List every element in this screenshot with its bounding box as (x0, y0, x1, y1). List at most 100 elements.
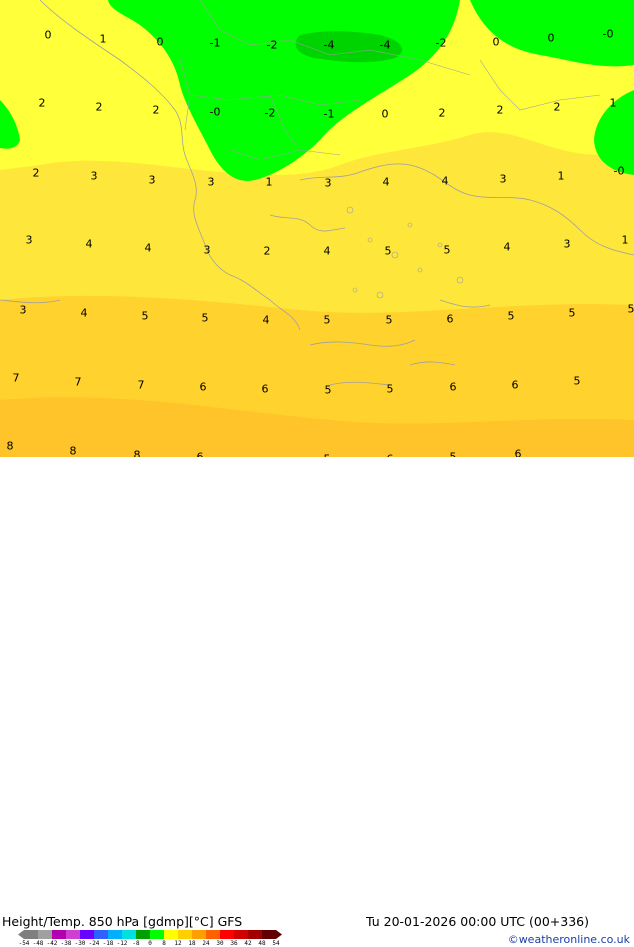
contour-label: 5 (387, 384, 394, 395)
contour-label: 2 (264, 246, 271, 257)
colorbar-segment (66, 930, 80, 939)
contour-label: 8 (134, 450, 141, 458)
colorbar-tick-label: -24 (89, 941, 100, 947)
contour-label: 3 (564, 239, 571, 250)
contour-label: 0 (493, 37, 500, 48)
contour-label: 6 (262, 384, 269, 395)
contour-label: -2 (265, 108, 276, 119)
colorbar-tick-label: 12 (174, 941, 181, 947)
contour-label: 5 (628, 304, 634, 315)
colorbar-segment (136, 930, 150, 939)
colorbar-segment (24, 930, 38, 939)
contour-label: 3 (500, 174, 507, 185)
colorbar-tick-label: -54 (19, 941, 30, 947)
colorbar-segment (234, 930, 248, 939)
credit-link[interactable]: ©weatheronline.co.uk (508, 934, 630, 945)
contour-label: 6 (450, 382, 457, 393)
contour-label: 3 (204, 245, 211, 256)
map-base (0, 0, 634, 457)
contour-label: 6 (200, 382, 207, 393)
contour-label: 4 (442, 176, 449, 187)
contour-label: 5 (202, 313, 209, 324)
contour-label: 5 (574, 376, 581, 387)
contour-label: 0 (548, 33, 555, 44)
contour-label: -2 (267, 40, 278, 51)
contour-label: 5 (385, 246, 392, 257)
colorbar-tick-label: 18 (188, 941, 195, 947)
colorbar-tick-label: 48 (258, 941, 265, 947)
contour-label: 5 (386, 315, 393, 326)
contour-label: 5 (444, 245, 451, 256)
contour-label: 8 (7, 441, 14, 452)
colorbar (18, 929, 293, 940)
forecast-datetime: Tu 20-01-2026 00:00 UTC (00+336) (366, 916, 589, 929)
contour-label: 2 (39, 98, 46, 109)
colorbar-tick-label: -8 (132, 941, 139, 947)
contour-label: 5 (508, 311, 515, 322)
contour-label: -0 (614, 166, 625, 177)
contour-label: 2 (497, 105, 504, 116)
contour-label: 3 (20, 305, 27, 316)
colorbar-tick-label: -30 (75, 941, 86, 947)
map-title: Height/Temp. 850 hPa [gdmp][°C] GFS (2, 916, 242, 929)
contour-label: 1 (622, 235, 629, 246)
contour-label: 7 (13, 373, 20, 384)
contour-label: -1 (210, 38, 221, 49)
contour-label: -1 (324, 109, 335, 120)
contour-label: 8 (70, 446, 77, 457)
contour-label: 3 (208, 177, 215, 188)
contour-label: 3 (26, 235, 33, 246)
colorbar-tick-label: 0 (148, 941, 152, 947)
contour-label: 1 (100, 34, 107, 45)
contour-label: 2 (96, 102, 103, 113)
colorbar-tick-label: 30 (216, 941, 223, 947)
contour-label: 3 (91, 171, 98, 182)
contour-label: 2 (33, 168, 40, 179)
colorbar-segment (248, 930, 262, 939)
contour-label: 3 (149, 175, 156, 186)
contour-label: -2 (436, 38, 447, 49)
colorbar-tick-label: -18 (103, 941, 114, 947)
contour-label: -0 (603, 29, 614, 40)
colorbar-segment (220, 930, 234, 939)
colorbar-segment (206, 930, 220, 939)
weather-map: 0 1 0 -1 -2 -4 -4 -2 0 0 -0 2 2 2 -0 -2 -1 0 2 2 2 1 2 3 3 3 1 3 4 4 3… (0, 0, 634, 457)
contour-label: 5 (325, 385, 332, 396)
colorbar-tick-label: 54 (272, 941, 279, 947)
contour-label: 4 (504, 242, 511, 253)
contour-label: -4 (324, 40, 335, 51)
contour-label: -0 (210, 107, 221, 118)
colorbar-segment (178, 930, 192, 939)
colorbar-segment (262, 930, 276, 939)
colorbar-right-arrow (276, 930, 282, 939)
contour-label: 5 (569, 308, 576, 319)
colorbar-tick-label: 24 (202, 941, 209, 947)
colorbar-segment (122, 930, 136, 939)
contour-label: 6 (512, 380, 519, 391)
colorbar-segment (38, 930, 52, 939)
contour-label: 0 (45, 30, 52, 41)
colorbar-tick-label: 36 (230, 941, 237, 947)
colorbar-tick-label: -12 (117, 941, 128, 947)
contour-label: 1 (558, 171, 565, 182)
colorbar-segment (80, 930, 94, 939)
contour-label: -4 (380, 40, 391, 51)
colorbar-tick-label: 8 (162, 941, 166, 947)
contour-label: 0 (382, 109, 389, 120)
colorbar-tick-label: -42 (47, 941, 58, 947)
contour-label: 6 (515, 449, 522, 458)
colorbar-tick-label: -48 (33, 941, 44, 947)
contour-label: 4 (324, 246, 331, 257)
colorbar-left-arrow (18, 930, 24, 939)
contour-label: 6 (447, 314, 454, 325)
contour-label: 0 (157, 37, 164, 48)
contour-label: 2 (439, 108, 446, 119)
contour-label: 7 (138, 380, 145, 391)
colorbar-segment (192, 930, 206, 939)
contour-label: 4 (145, 243, 152, 254)
contour-label: 4 (383, 177, 390, 188)
contour-label: 4 (86, 239, 93, 250)
colorbar-segment (108, 930, 122, 939)
contour-label: 2 (153, 105, 160, 116)
contour-label: 5 (142, 311, 149, 322)
